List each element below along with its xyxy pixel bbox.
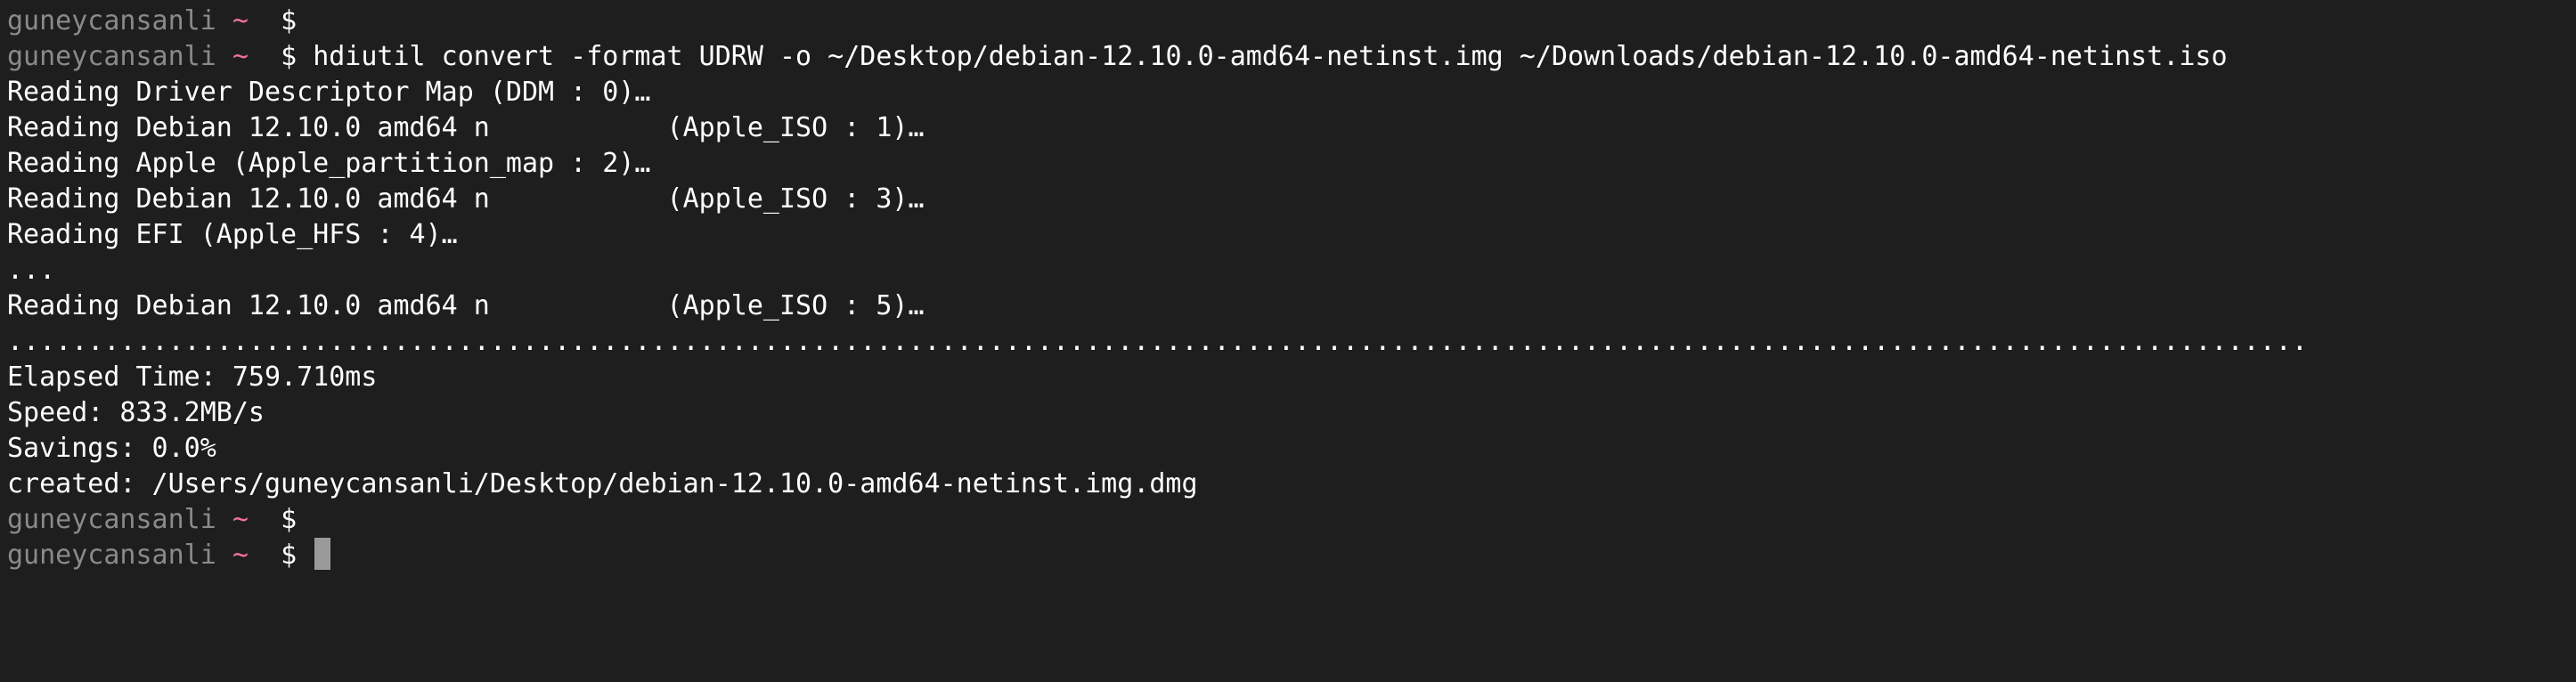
prompt-tilde: ~ bbox=[232, 5, 249, 37]
created-path-line: created: /Users/guneycansanli/Desktop/de… bbox=[7, 468, 1198, 499]
savings-line: Savings: 0.0% bbox=[7, 433, 216, 464]
prompt-symbol: $ bbox=[281, 41, 298, 72]
output-line: Reading Debian 12.10.0 amd64 n (Apple_IS… bbox=[7, 183, 925, 215]
prompt-tilde: ~ bbox=[232, 41, 249, 72]
prompt-tilde: ~ bbox=[232, 540, 249, 571]
prompt-symbol: $ bbox=[281, 540, 298, 571]
prompt-symbol: $ bbox=[281, 5, 298, 37]
prompt-line-active[interactable]: guneycansanli ~ $ bbox=[7, 538, 2576, 573]
prompt-line-1: guneycansanli ~ $ bbox=[7, 4, 2576, 39]
progress-dots-line: ........................................… bbox=[7, 326, 2308, 357]
elapsed-time-line: Elapsed Time: 759.710ms bbox=[7, 361, 378, 393]
command-text: hdiutil convert -format UDRW -o ~/Deskto… bbox=[313, 41, 2228, 72]
prompt-user: guneycansanli bbox=[7, 504, 216, 535]
terminal-window[interactable]: guneycansanli ~ $ guneycansanli ~ $ hdiu… bbox=[0, 0, 2576, 682]
text-cursor[interactable] bbox=[314, 538, 331, 570]
output-line: ... bbox=[7, 255, 56, 286]
prompt-line-command: guneycansanli ~ $ hdiutil convert -forma… bbox=[7, 39, 2576, 75]
output-line: Reading Debian 12.10.0 amd64 n (Apple_IS… bbox=[7, 290, 925, 321]
prompt-user: guneycansanli bbox=[7, 41, 216, 72]
prompt-user: guneycansanli bbox=[7, 540, 216, 571]
prompt-line-empty: guneycansanli ~ $ bbox=[7, 502, 2576, 538]
speed-line: Speed: 833.2MB/s bbox=[7, 397, 265, 428]
prompt-tilde: ~ bbox=[232, 504, 249, 535]
output-line: Reading Apple (Apple_partition_map : 2)… bbox=[7, 148, 651, 179]
output-line: Reading Debian 12.10.0 amd64 n (Apple_IS… bbox=[7, 112, 925, 143]
output-line: Reading EFI (Apple_HFS : 4)… bbox=[7, 219, 458, 250]
prompt-symbol: $ bbox=[281, 504, 298, 535]
prompt-user: guneycansanli bbox=[7, 5, 216, 37]
output-line: Reading Driver Descriptor Map (DDM : 0)… bbox=[7, 77, 651, 108]
